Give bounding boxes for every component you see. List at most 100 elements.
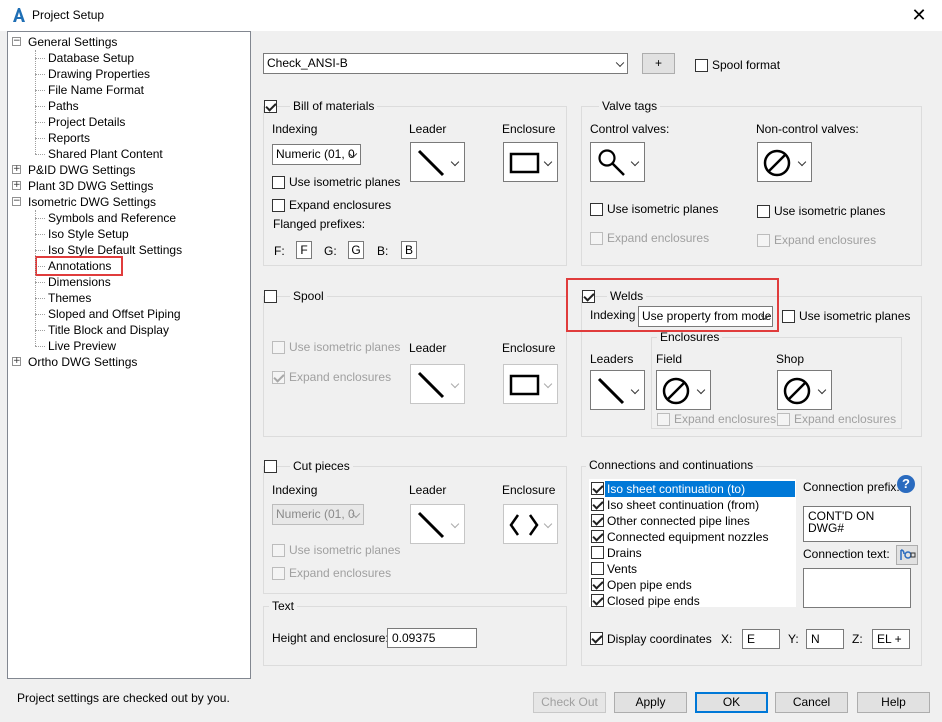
spool-enclosure-select[interactable] bbox=[503, 364, 558, 404]
list-item-checkbox[interactable] bbox=[591, 530, 604, 543]
display-coordinates-checkbox[interactable] bbox=[590, 632, 603, 645]
list-item-checkbox[interactable] bbox=[591, 482, 604, 495]
spool-format-checkbox[interactable] bbox=[695, 59, 708, 72]
list-item-checkbox[interactable] bbox=[591, 562, 604, 575]
list-item[interactable]: Connected equipment nozzles bbox=[589, 529, 796, 545]
g-prefix-input[interactable]: G bbox=[348, 241, 364, 259]
g-prefix-label: G: bbox=[324, 244, 337, 258]
x-coord-input[interactable]: E bbox=[742, 629, 780, 649]
cut-enclosure-select[interactable] bbox=[503, 504, 558, 544]
expand-icon[interactable]: + bbox=[12, 165, 21, 174]
tree-item[interactable]: Dimensions bbox=[48, 274, 111, 290]
list-item[interactable]: Vents bbox=[589, 561, 796, 577]
help-question-icon[interactable]: ? bbox=[897, 475, 915, 493]
height-enclosure-input[interactable]: 0.09375 bbox=[387, 628, 477, 648]
spool-enclosure-label: Enclosure bbox=[502, 341, 556, 355]
tree-item[interactable]: Iso Style Setup bbox=[48, 226, 129, 242]
tree-item[interactable]: Symbols and Reference bbox=[48, 210, 176, 226]
tree-item[interactable]: Reports bbox=[48, 130, 90, 146]
check-out-button[interactable]: Check Out bbox=[533, 692, 606, 713]
cut-leader-select[interactable] bbox=[410, 504, 465, 544]
tree-item[interactable]: Database Setup bbox=[48, 50, 134, 66]
collapse-icon[interactable]: − bbox=[12, 197, 21, 206]
b-prefix-input[interactable]: B bbox=[401, 241, 417, 259]
list-item[interactable]: Other connected pipe lines bbox=[589, 513, 796, 529]
tree-item[interactable]: P&ID DWG Settings bbox=[28, 162, 135, 178]
cut-use-iso-checkbox[interactable] bbox=[272, 544, 285, 557]
leader-line-icon bbox=[417, 511, 445, 539]
iso-style-select[interactable]: Check_ANSI-B bbox=[263, 53, 628, 74]
list-item-checkbox[interactable] bbox=[591, 498, 604, 511]
tree-item[interactable]: Plant 3D DWG Settings bbox=[28, 178, 153, 194]
welds-leader-select[interactable] bbox=[590, 370, 645, 410]
welds-shop-select[interactable] bbox=[777, 370, 832, 410]
tree-item[interactable]: File Name Format bbox=[48, 82, 144, 98]
tree-item[interactable]: Drawing Properties bbox=[48, 66, 150, 82]
valve-use-iso-checkbox-2[interactable] bbox=[757, 205, 770, 218]
z-coord-input[interactable]: EL + bbox=[872, 629, 910, 649]
help-button[interactable]: Help bbox=[857, 692, 930, 713]
bom-checkbox[interactable] bbox=[264, 100, 277, 113]
tree-item[interactable]: Isometric DWG Settings bbox=[28, 194, 156, 210]
list-item[interactable]: Iso sheet continuation (to) bbox=[589, 481, 796, 497]
noncontrol-valves-select[interactable] bbox=[757, 142, 812, 182]
tree-item[interactable]: Ortho DWG Settings bbox=[28, 354, 137, 370]
tree-item[interactable]: Title Block and Display bbox=[48, 322, 169, 338]
expand-icon[interactable]: + bbox=[12, 357, 21, 366]
insert-field-button[interactable] bbox=[896, 545, 918, 565]
add-style-button[interactable]: + bbox=[642, 53, 675, 74]
collapse-icon[interactable]: − bbox=[12, 37, 21, 46]
chevron-down-icon bbox=[696, 385, 706, 395]
bom-use-iso-checkbox[interactable] bbox=[272, 176, 285, 189]
spool-checkbox[interactable] bbox=[264, 290, 277, 303]
cut-pieces-checkbox[interactable] bbox=[264, 460, 277, 473]
connection-prefix-input[interactable]: CONT'D ON DWG# bbox=[803, 506, 911, 542]
f-prefix-input[interactable]: F bbox=[296, 241, 312, 259]
list-item[interactable]: Open pipe ends bbox=[589, 577, 796, 593]
list-item-checkbox[interactable] bbox=[591, 514, 604, 527]
cancel-button[interactable]: Cancel bbox=[775, 692, 848, 713]
window-title: Project Setup bbox=[32, 8, 105, 22]
bom-expand-checkbox[interactable] bbox=[272, 199, 285, 212]
control-valves-select[interactable] bbox=[590, 142, 645, 182]
ok-button[interactable]: OK bbox=[695, 692, 768, 713]
tree-item[interactable]: Live Preview bbox=[48, 338, 116, 354]
apply-button[interactable]: Apply bbox=[614, 692, 687, 713]
list-item[interactable]: Closed pipe ends bbox=[589, 593, 796, 609]
list-item-checkbox[interactable] bbox=[591, 594, 604, 607]
bom-enclosure-select[interactable] bbox=[503, 142, 558, 182]
list-item-checkbox[interactable] bbox=[591, 546, 604, 559]
tree-connector bbox=[35, 106, 45, 107]
connection-text-input[interactable] bbox=[803, 568, 911, 608]
tree-item[interactable]: Project Details bbox=[48, 114, 125, 130]
cut-expand-checkbox[interactable] bbox=[272, 567, 285, 580]
valve-expand-checkbox[interactable] bbox=[590, 232, 603, 245]
tree-item[interactable]: Sloped and Offset Piping bbox=[48, 306, 181, 322]
settings-tree[interactable]: General Settings − Database Setup Drawing P… bbox=[7, 31, 251, 679]
valve-expand-checkbox-2[interactable] bbox=[757, 234, 770, 247]
spool-use-iso-checkbox[interactable] bbox=[272, 341, 285, 354]
tree-item[interactable]: Paths bbox=[48, 98, 79, 114]
welds-field-select[interactable] bbox=[656, 370, 711, 410]
spool-expand-checkbox[interactable] bbox=[272, 371, 285, 384]
list-item-label: Vents bbox=[607, 562, 638, 576]
y-coord-input[interactable]: N bbox=[806, 629, 844, 649]
circle-slash-icon bbox=[763, 149, 791, 177]
bom-indexing-select[interactable]: Numeric (01, 0 bbox=[272, 144, 361, 165]
list-item[interactable]: Drains bbox=[589, 545, 796, 561]
list-item[interactable]: Iso sheet continuation (from) bbox=[589, 497, 796, 513]
cut-indexing-select[interactable]: Numeric (01, 0 bbox=[272, 504, 364, 525]
spool-leader-select[interactable] bbox=[410, 364, 465, 404]
close-icon[interactable]: ✕ bbox=[904, 3, 934, 27]
valve-use-iso-checkbox[interactable] bbox=[590, 203, 603, 216]
welds-use-iso-checkbox[interactable] bbox=[782, 310, 795, 323]
bom-leader-select[interactable] bbox=[410, 142, 465, 182]
tree-item[interactable]: Themes bbox=[48, 290, 91, 306]
list-item-checkbox[interactable] bbox=[591, 578, 604, 591]
welds-shop-expand-checkbox[interactable] bbox=[777, 413, 790, 426]
connections-list[interactable]: Iso sheet continuation (to) Iso sheet con… bbox=[589, 479, 796, 609]
tree-item[interactable]: Shared Plant Content bbox=[48, 146, 163, 162]
expand-icon[interactable]: + bbox=[12, 181, 21, 190]
welds-field-expand-checkbox[interactable] bbox=[657, 413, 670, 426]
tree-item[interactable]: General Settings bbox=[28, 34, 117, 50]
